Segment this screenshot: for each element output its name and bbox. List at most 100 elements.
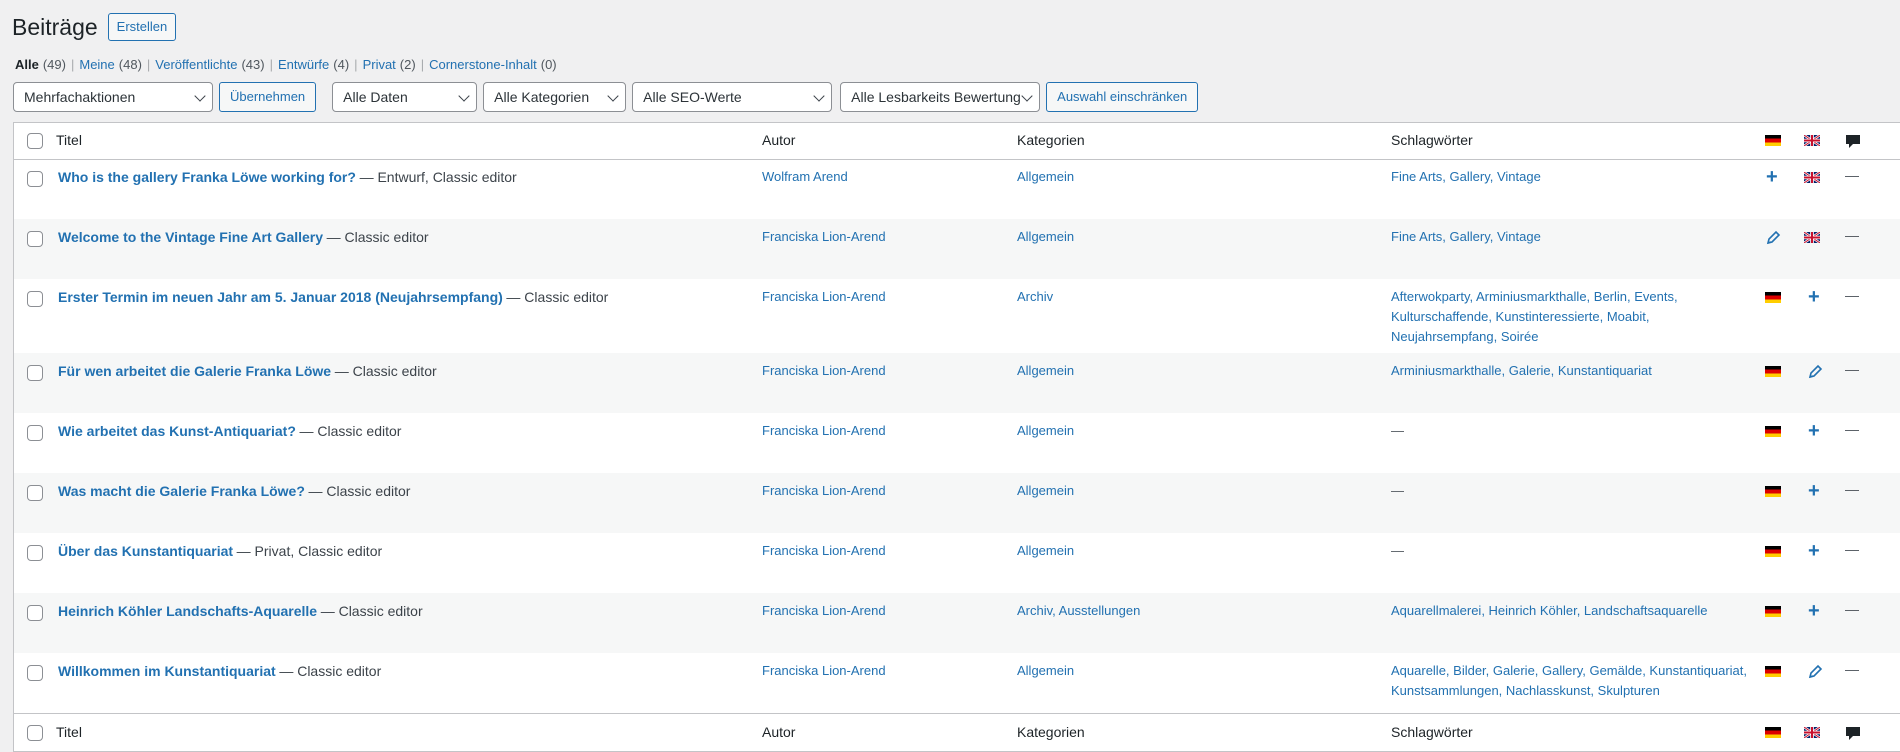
german-flag-icon[interactable] <box>1765 486 1781 497</box>
post-title-link[interactable]: Erster Termin im neuen Jahr am 5. Januar… <box>58 289 503 305</box>
post-tags-link[interactable]: Fine Arts, Gallery, Vintage <box>1391 227 1541 247</box>
view-separator: | <box>146 57 151 72</box>
post-title-link[interactable]: Wie arbeitet das Kunst-Antiquariat? <box>58 423 296 439</box>
german-flag-icon[interactable] <box>1765 666 1781 677</box>
table-row: Was macht die Galerie Franka Löwe? — Cla… <box>14 473 1900 533</box>
post-state: — Classic editor <box>326 229 429 245</box>
post-tags-link[interactable]: Fine Arts, Gallery, Vintage <box>1391 167 1541 187</box>
post-categories-link[interactable]: Archiv <box>1017 287 1053 307</box>
view-count: (43) <box>241 57 265 72</box>
add-translation-icon[interactable]: + <box>1808 541 1820 561</box>
view-count: (0) <box>540 57 557 72</box>
edit-translation-icon[interactable] <box>1807 664 1823 680</box>
comments-count-dash: — <box>1845 481 1859 497</box>
add-translation-icon[interactable]: + <box>1808 287 1820 307</box>
post-title-link[interactable]: Für wen arbeitet die Galerie Franka Löwe <box>58 363 331 379</box>
table-row: Über das Kunstantiquariat — Privat, Clas… <box>14 533 1900 593</box>
post-title-cell: Erster Termin im neuen Jahr am 5. Januar… <box>58 287 608 308</box>
post-author-link[interactable]: Franciska Lion-Arend <box>762 481 886 501</box>
post-author-link[interactable]: Franciska Lion-Arend <box>762 541 886 561</box>
german-flag-icon[interactable] <box>1765 366 1781 377</box>
date-filter-select[interactable]: Alle Daten <box>332 82 478 112</box>
row-checkbox[interactable] <box>27 485 43 501</box>
comments-count-dash: — <box>1845 361 1859 377</box>
post-tags-link[interactable]: Aquarelle, Bilder, Galerie, Gallery, Gem… <box>1391 661 1747 681</box>
post-state: — Classic editor <box>279 663 382 679</box>
edit-translation-icon[interactable] <box>1765 230 1781 246</box>
post-categories-link[interactable]: Archiv, Ausstellungen <box>1017 601 1140 621</box>
post-categories-link[interactable]: Allgemein <box>1017 421 1074 441</box>
row-checkbox[interactable] <box>27 425 43 441</box>
view-link[interactable]: Alle <box>15 57 39 72</box>
post-categories-link[interactable]: Allgemein <box>1017 361 1074 381</box>
select-all-checkbox[interactable] <box>27 133 43 149</box>
post-categories-link[interactable]: Allgemein <box>1017 227 1074 247</box>
german-flag-icon[interactable] <box>1765 426 1781 437</box>
post-author-link[interactable]: Franciska Lion-Arend <box>762 227 886 247</box>
post-title-link[interactable]: Who is the gallery Franka Löwe working f… <box>58 169 356 185</box>
row-checkbox[interactable] <box>27 665 43 681</box>
post-tags-link[interactable]: Kulturschaffende, Kunstinteressierte, Mo… <box>1391 307 1649 327</box>
post-title-link[interactable]: Willkommen im Kunstantiquariat <box>58 663 276 679</box>
category-filter-select[interactable]: Alle Kategorien <box>483 82 627 112</box>
post-author-link[interactable]: Franciska Lion-Arend <box>762 361 886 381</box>
add-post-button[interactable]: Erstellen <box>107 13 177 41</box>
row-checkbox[interactable] <box>27 605 43 621</box>
post-tags-link[interactable]: Neujahrsempfang, Soirée <box>1391 327 1538 347</box>
row-checkbox[interactable] <box>27 365 43 381</box>
post-author-link[interactable]: Franciska Lion-Arend <box>762 601 886 621</box>
post-author-link[interactable]: Franciska Lion-Arend <box>762 661 886 681</box>
select-all-checkbox[interactable] <box>27 725 43 741</box>
uk-flag-icon[interactable] <box>1804 172 1820 183</box>
post-tags-link[interactable]: Arminiusmarkthalle, Galerie, Kunstantiqu… <box>1391 361 1652 381</box>
post-categories-link[interactable]: Allgemein <box>1017 541 1074 561</box>
post-title-link[interactable]: Heinrich Köhler Landschafts-Aquarelle <box>58 603 317 619</box>
view-link[interactable]: Veröffentlichte <box>155 57 237 72</box>
german-flag-icon[interactable] <box>1765 606 1781 617</box>
edit-translation-icon[interactable] <box>1807 364 1823 380</box>
chevron-down-icon <box>607 90 619 102</box>
post-author-link[interactable]: Franciska Lion-Arend <box>762 421 886 441</box>
german-flag-icon <box>1765 727 1781 738</box>
seo-filter-select[interactable]: Alle SEO-Werte <box>632 82 833 112</box>
add-translation-icon[interactable]: + <box>1808 601 1820 621</box>
uk-flag-icon[interactable] <box>1804 232 1820 243</box>
view-link[interactable]: Entwürfe <box>278 57 329 72</box>
row-checkbox[interactable] <box>27 171 43 187</box>
page-title: Beiträge <box>12 13 98 40</box>
post-categories-link[interactable]: Allgemein <box>1017 167 1074 187</box>
comments-icon <box>1846 727 1860 740</box>
post-author-link[interactable]: Franciska Lion-Arend <box>762 287 886 307</box>
post-tags-link[interactable]: Afterwokparty, Arminiusmarkthalle, Berli… <box>1391 287 1678 307</box>
table-row: Wie arbeitet das Kunst-Antiquariat? — Cl… <box>14 413 1900 473</box>
post-tags-link[interactable]: Kunstsammlungen, Nachlasskunst, Skulptur… <box>1391 681 1660 701</box>
view-link[interactable]: Meine <box>79 57 114 72</box>
title-column-header[interactable]: Titel <box>56 722 82 742</box>
post-title-link[interactable]: Was macht die Galerie Franka Löwe? <box>58 483 305 499</box>
category-filter-value: Alle Kategorien <box>494 89 590 105</box>
readability-filter-select[interactable]: Alle Lesbarkeits Bewertung <box>840 82 1041 112</box>
row-checkbox[interactable] <box>27 231 43 247</box>
post-tags-link[interactable]: Aquarellmalerei, Heinrich Köhler, Landsc… <box>1391 601 1708 621</box>
add-translation-icon[interactable]: + <box>1766 167 1778 187</box>
filter-button[interactable]: Auswahl einschränken <box>1046 82 1199 112</box>
tags-column-header: Schlagwörter <box>1391 132 1473 148</box>
german-flag-icon[interactable] <box>1765 292 1781 303</box>
post-title-link[interactable]: Über das Kunstantiquariat <box>58 543 233 559</box>
apply-button[interactable]: Übernehmen <box>219 82 317 112</box>
add-translation-icon[interactable]: + <box>1808 481 1820 501</box>
row-checkbox[interactable] <box>27 545 43 561</box>
bulk-action-select[interactable]: Mehrfachaktionen <box>13 82 213 112</box>
comments-count-dash: — <box>1845 601 1859 617</box>
german-flag-icon[interactable] <box>1765 546 1781 557</box>
comments-icon <box>1846 135 1860 148</box>
view-link[interactable]: Cornerstone-Inhalt <box>429 57 537 72</box>
row-checkbox[interactable] <box>27 291 43 307</box>
post-title-link[interactable]: Welcome to the Vintage Fine Art Gallery <box>58 229 323 245</box>
post-categories-link[interactable]: Allgemein <box>1017 661 1074 681</box>
post-author-link[interactable]: Wolfram Arend <box>762 167 848 187</box>
title-column-header[interactable]: Titel <box>56 130 82 150</box>
post-categories-link[interactable]: Allgemein <box>1017 481 1074 501</box>
add-translation-icon[interactable]: + <box>1808 421 1820 441</box>
view-link[interactable]: Privat <box>363 57 396 72</box>
